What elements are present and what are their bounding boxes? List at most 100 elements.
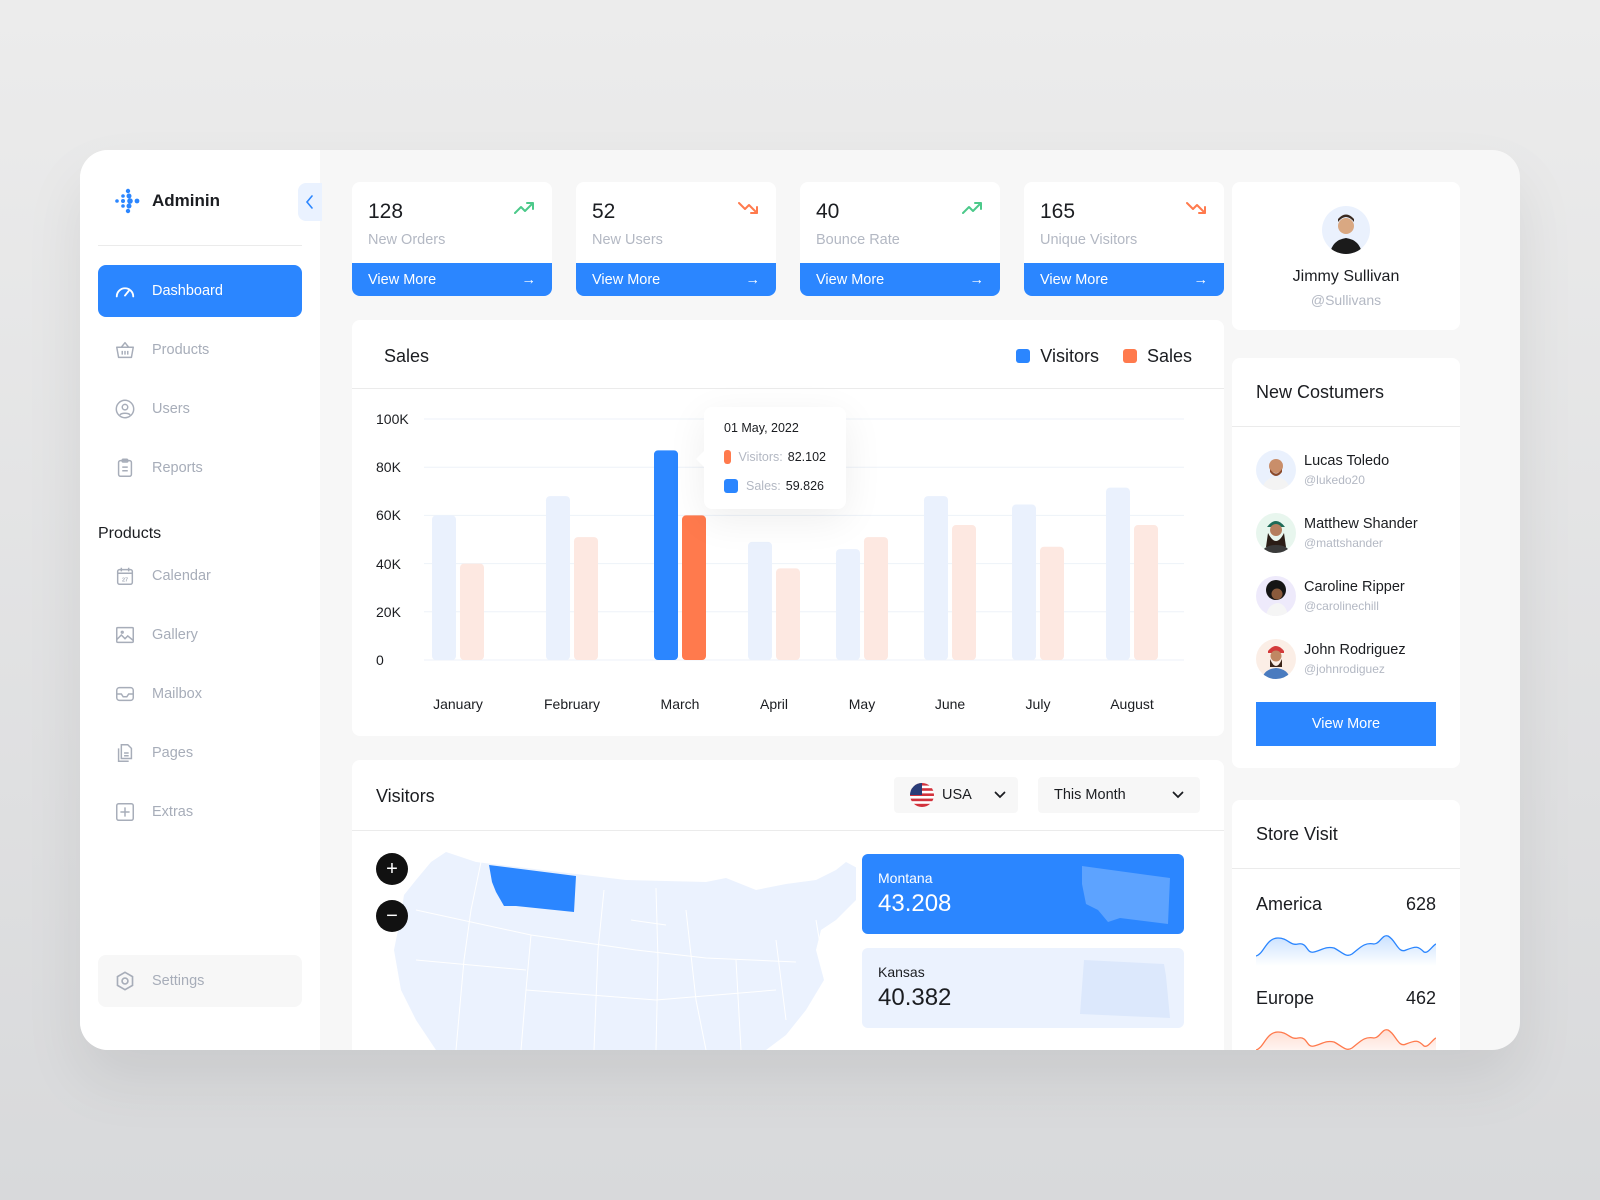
arrow-right-icon: → xyxy=(745,271,761,288)
bar-sales-july[interactable] xyxy=(1040,546,1064,660)
customer-item[interactable]: Lucas Toledo @lukedo20 xyxy=(1256,450,1389,490)
sidebar-item-pages[interactable]: Pages xyxy=(98,727,302,779)
customer-name: Caroline Ripper xyxy=(1304,579,1405,595)
bar-sales-june[interactable] xyxy=(952,525,976,660)
gauge-icon xyxy=(115,287,135,298)
customers-view-more-button[interactable]: View More xyxy=(1256,702,1436,746)
bar-sales-april[interactable] xyxy=(776,568,800,660)
sidebar: Adminin Dashboard Products Users Reports… xyxy=(80,150,322,1050)
tooltip-value: 59.826 xyxy=(785,479,824,493)
app-window: Adminin Dashboard Products Users Reports… xyxy=(80,150,1520,1050)
region-america: America 628 xyxy=(1256,894,1436,915)
svg-text:27: 27 xyxy=(122,578,128,584)
visitors-title: Visitors xyxy=(376,786,435,806)
stat-label: New Orders xyxy=(368,232,446,248)
profile-avatar[interactable] xyxy=(1322,206,1370,254)
bar-sales-january[interactable] xyxy=(460,563,484,660)
customer-name: John Rodriguez xyxy=(1304,642,1406,658)
sidebar-item-label: Dashboard xyxy=(152,283,223,299)
profile-handle: @Sullivans xyxy=(1310,292,1382,308)
period-dropdown[interactable]: This Month xyxy=(1038,777,1200,813)
minus-icon: − xyxy=(386,904,398,927)
customer-name: Lucas Toledo xyxy=(1304,453,1390,469)
bar-visitors-may[interactable] xyxy=(836,549,860,660)
plus-icon: + xyxy=(386,857,398,880)
trend-up-icon xyxy=(514,202,534,214)
pages-icon xyxy=(117,744,133,762)
bar-visitors-march[interactable] xyxy=(654,450,678,660)
region-europe: Europe 462 xyxy=(1256,988,1436,1009)
sidebar-item-products[interactable]: Products xyxy=(98,324,302,376)
profile-card: Jimmy Sullivan @Sullivans xyxy=(1232,182,1460,330)
x-tick-label: June xyxy=(934,696,966,712)
stat-card-new-orders: 128 New Orders View More → xyxy=(352,182,552,296)
period-value: This Month xyxy=(1054,787,1126,803)
trend-down-icon xyxy=(738,202,758,214)
customer-item[interactable]: Caroline Ripper @carolinechill xyxy=(1256,576,1405,616)
america-sparkline xyxy=(1256,935,1436,966)
trend-up-icon xyxy=(962,202,982,214)
bar-visitors-january[interactable] xyxy=(432,515,456,660)
sidebar-item-label: Settings xyxy=(152,973,205,989)
person-avatar-icon xyxy=(1262,521,1290,553)
sidebar-item-settings[interactable]: Settings xyxy=(98,955,302,1007)
bar-sales-august[interactable] xyxy=(1134,525,1158,660)
view-more-button[interactable]: View More → xyxy=(800,263,1000,296)
person-avatar-icon xyxy=(1262,646,1290,679)
view-more-label: View More xyxy=(368,271,437,288)
sidebar-item-dashboard[interactable]: Dashboard xyxy=(98,265,302,317)
customer-handle: @johnrodiguez xyxy=(1304,662,1385,676)
stat-value: 52 xyxy=(592,200,616,223)
sidebar-item-extras[interactable]: Extras xyxy=(98,786,302,838)
gear-icon xyxy=(116,971,134,991)
map-zoom-in-button[interactable]: + xyxy=(376,853,408,885)
chevron-down-icon xyxy=(1172,791,1184,799)
bar-sales-may[interactable] xyxy=(864,537,888,660)
sidebar-item-gallery[interactable]: Gallery xyxy=(98,609,302,661)
state-name: Kansas xyxy=(878,964,925,980)
store-visit-title: Store Visit xyxy=(1256,824,1338,844)
customer-item[interactable]: Matthew Shander @mattshander xyxy=(1256,513,1418,553)
state-value: 40.382 xyxy=(878,984,952,1011)
tooltip-key: Visitors: xyxy=(738,450,783,464)
sidebar-item-calendar[interactable]: 27 Calendar xyxy=(98,550,302,602)
state-card-montana[interactable]: Montana 43.208 xyxy=(862,854,1184,934)
customer-avatar xyxy=(1256,513,1296,553)
collapse-sidebar-button[interactable] xyxy=(298,183,322,221)
kansas-shape-icon xyxy=(1080,960,1170,1018)
new-customers-card: New Costumers Lucas Toledo @lukedo20 Matt… xyxy=(1232,358,1460,768)
state-card-kansas[interactable]: Kansas 40.382 xyxy=(862,948,1184,1028)
tooltip-date: 01 May, 2022 xyxy=(724,421,799,435)
stat-value: 128 xyxy=(368,200,404,223)
sidebar-item-label: Gallery xyxy=(152,627,198,643)
bar-sales-march[interactable] xyxy=(682,515,706,660)
bar-visitors-february[interactable] xyxy=(546,496,570,660)
usa-map[interactable] xyxy=(376,840,856,1050)
chart-tooltip: 01 May, 2022 Visitors: 82.102 Sales: 59.82… xyxy=(696,407,846,509)
sidebar-item-users[interactable]: Users xyxy=(98,383,302,435)
map-land xyxy=(394,852,856,1050)
sales-card: Sales Visitors Sales 0 20K 40K 60K 80K 100K J… xyxy=(352,320,1224,736)
map-zoom-out-button[interactable]: − xyxy=(376,900,408,932)
bar-visitors-june[interactable] xyxy=(924,496,948,660)
sidebar-item-label: Extras xyxy=(152,804,194,820)
bar-sales-february[interactable] xyxy=(574,537,598,660)
view-more-button[interactable]: View More → xyxy=(1024,263,1224,296)
sidebar-item-reports[interactable]: Reports xyxy=(98,442,302,494)
view-more-button[interactable]: View More → xyxy=(576,263,776,296)
country-dropdown[interactable]: USA xyxy=(894,777,1018,813)
tooltip-key: Sales: xyxy=(746,479,781,493)
tooltip-value: 82.102 xyxy=(787,450,826,464)
bar-visitors-july[interactable] xyxy=(1012,504,1036,660)
stat-value: 165 xyxy=(1040,200,1076,223)
view-more-button[interactable]: View More → xyxy=(352,263,552,296)
logo-icon xyxy=(115,188,140,214)
customer-handle: @carolinechill xyxy=(1304,599,1379,613)
bar-visitors-april[interactable] xyxy=(748,541,772,660)
stat-card-bounce-rate: 40 Bounce Rate View More → xyxy=(800,182,1000,296)
sidebar-item-mailbox[interactable]: Mailbox xyxy=(98,668,302,720)
sidebar-item-label: Reports xyxy=(152,460,203,476)
bar-visitors-august[interactable] xyxy=(1106,487,1130,660)
customer-item[interactable]: John Rodriguez @johnrodiguez xyxy=(1256,639,1406,679)
logo[interactable]: Adminin xyxy=(114,188,220,214)
